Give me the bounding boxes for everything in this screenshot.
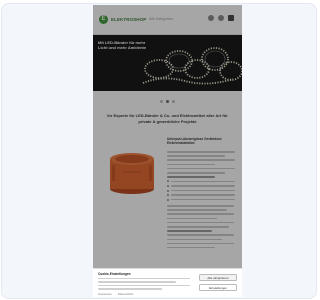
text-line [98, 284, 190, 287]
accept-all-button[interactable]: Alle akzeptieren [199, 274, 237, 281]
cookie-title: Cookie-Einstellungen [98, 272, 131, 276]
text-line [98, 278, 190, 280]
cookie-banner: Cookie-Einstellungen Alle akzeptieren Ei… [93, 268, 242, 297]
cookie-settings-button[interactable]: Einstellungen [199, 284, 237, 291]
privacy-link[interactable]: Datenschutz [118, 292, 134, 296]
text-line [98, 288, 163, 290]
cookie-links: Impressum Datenschutz [98, 292, 133, 296]
cookie-text [98, 278, 190, 292]
imprint-link[interactable]: Impressum [98, 292, 112, 296]
modal-backdrop[interactable] [93, 5, 242, 297]
text-line [98, 281, 177, 283]
